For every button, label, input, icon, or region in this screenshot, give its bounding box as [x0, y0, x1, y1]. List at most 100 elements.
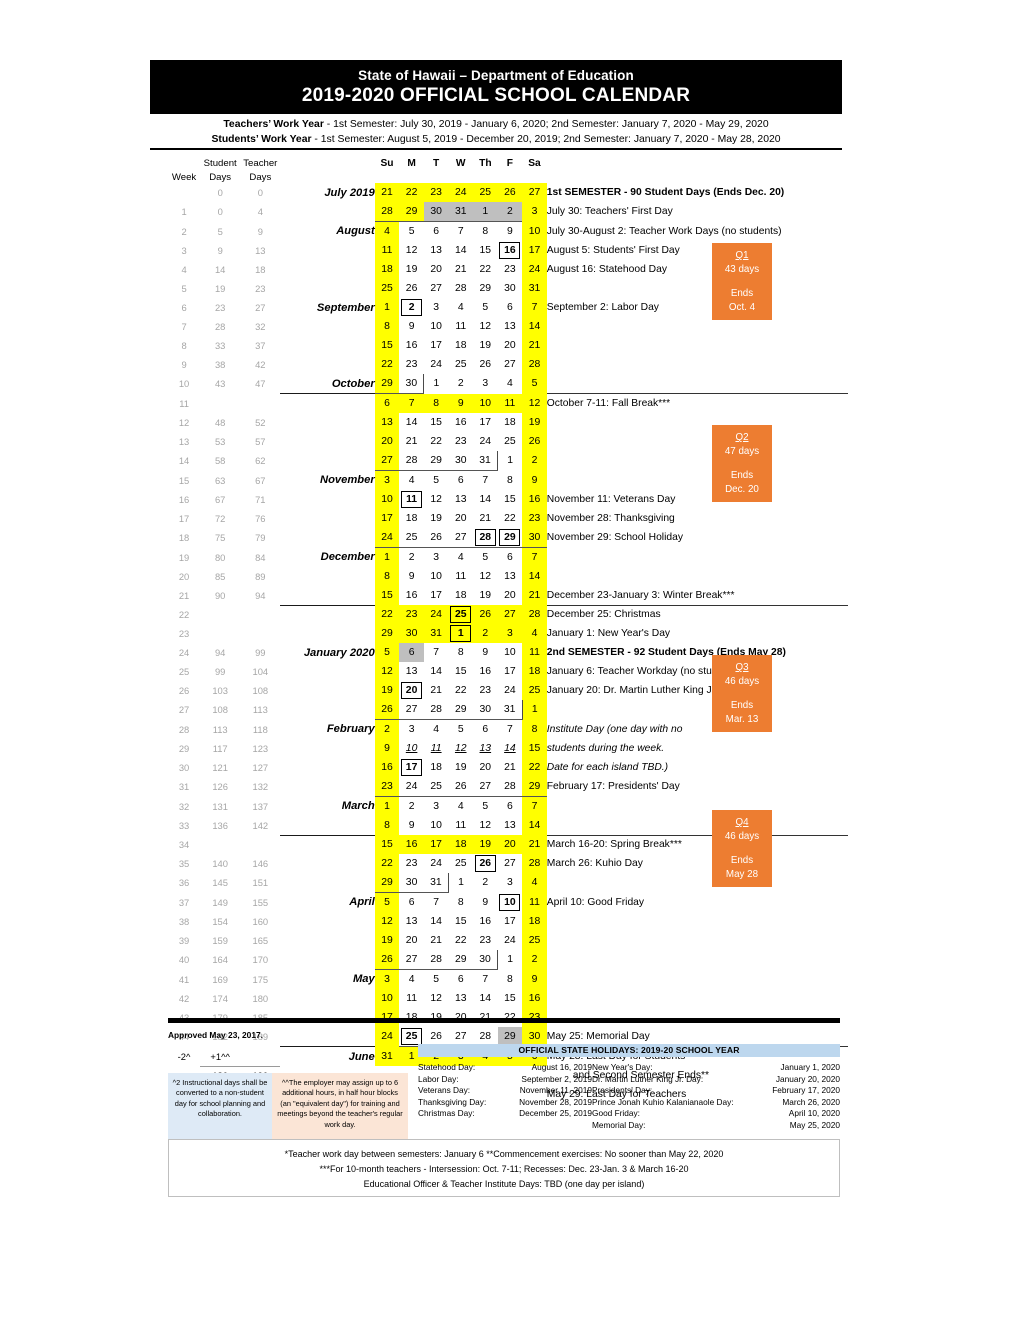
day-number: 5 — [408, 226, 415, 237]
day-cell: 15 — [473, 241, 498, 260]
day-cell: 12 — [522, 393, 547, 413]
week-number: 25 — [178, 666, 190, 677]
day-cell: 26 — [374, 700, 400, 720]
day-cell: 19 — [423, 509, 449, 528]
day-number: 25 — [454, 858, 467, 869]
day-number: 21 — [504, 762, 516, 773]
day-number: 18 — [430, 762, 442, 773]
day-cell: 28 — [423, 700, 449, 720]
day-cell: 21 — [423, 681, 449, 700]
day-number: 21 — [381, 187, 393, 198]
day-cell: 4 — [399, 470, 424, 490]
student-days: 53 — [214, 436, 226, 447]
note-text: December 25: Christmas — [546, 604, 848, 624]
student-days: 19 — [214, 283, 226, 294]
week-number: 5 — [181, 283, 187, 294]
day-number: 18 — [454, 839, 467, 850]
day-cell: 6 — [374, 393, 400, 413]
day-cell: 17 — [423, 336, 449, 355]
day-cell: 7 — [522, 796, 547, 816]
day-cell: 24 — [423, 605, 449, 624]
week-number: 7 — [181, 321, 187, 332]
holidays-body: Statehood Day: August 16, 2019 New Year's … — [418, 1062, 840, 1132]
column-header-row-1: Student Teacher Su M T W Th F Sa — [168, 155, 848, 169]
month-label — [290, 873, 374, 893]
month-label: May — [352, 973, 375, 986]
grid-gap — [280, 854, 290, 873]
day-cell: 19 — [374, 681, 400, 700]
day-cell: 6 — [448, 969, 474, 989]
day-cell: 18 — [497, 413, 523, 432]
day-number: 25 — [528, 935, 541, 946]
header-subtitle: Teachers’ Work Year - 1st Semester: July… — [150, 117, 842, 147]
day-number: 2 — [507, 206, 513, 217]
day-cell: 2 — [399, 796, 424, 816]
holiday-date: November 28, 2019 — [519, 1096, 592, 1107]
day-cell: 19 — [374, 931, 400, 950]
calendar-week-row: 17 72 76 17 18 19 20 21 22 23 November 28: Thanksg… — [168, 509, 848, 528]
day-number: 17 — [528, 245, 541, 256]
day-number: 7 — [433, 897, 440, 908]
note-text — [547, 471, 848, 491]
day-number: 29 — [381, 378, 393, 389]
day-cell: 26 — [448, 777, 474, 797]
day-cell: 12 — [473, 317, 498, 336]
day-number: 20 — [430, 264, 442, 275]
day-cell: 30 — [423, 202, 449, 222]
day-number: 9 — [384, 743, 390, 754]
week-number: 36 — [178, 877, 190, 889]
day-cell: 2 — [473, 624, 498, 643]
teacher-days: 84 — [255, 551, 266, 563]
grid-gap — [280, 202, 290, 222]
note-text — [547, 797, 848, 817]
day-number: 21 — [454, 264, 467, 275]
day-number: 11 — [455, 571, 467, 582]
day-cell: 20 — [473, 758, 498, 777]
day-cell: 1 — [374, 547, 400, 567]
day-cell: 22 — [497, 509, 523, 528]
student-days: 33 — [214, 340, 226, 351]
week-number: 13 — [178, 436, 190, 447]
day-number: 9 — [482, 896, 489, 908]
note-text: 2nd SEMESTER - 92 Student Days (Ends May… — [546, 647, 786, 658]
day-number: 3 — [507, 877, 513, 889]
teacher-days: 76 — [255, 513, 266, 524]
day-number: 1 — [507, 455, 514, 467]
day-number: 28 — [528, 858, 541, 869]
day-cell: 7 — [497, 719, 523, 739]
column-header-row-2: Week Days Days — [168, 169, 848, 183]
day-number: 1 — [384, 302, 390, 313]
month-label — [290, 432, 374, 451]
grid-gap — [280, 279, 290, 298]
day-number: 17 — [504, 916, 516, 927]
holiday-name: Veterans Day: — [418, 1085, 471, 1096]
day-cell: 24 — [473, 432, 498, 451]
student-days: 63 — [214, 474, 226, 486]
day-number: 18 — [454, 590, 467, 601]
day-number: 3 — [531, 206, 538, 218]
grid-gap — [280, 260, 290, 279]
week-number: 31 — [178, 781, 190, 793]
teacher-days: 18 — [255, 264, 266, 275]
day-cell: 21 — [522, 586, 547, 605]
day-cell: 5 — [473, 298, 498, 317]
student-days — [200, 605, 240, 624]
month-label: April — [349, 896, 375, 909]
day-number: 29 — [454, 954, 467, 965]
day-number: 1 — [507, 954, 514, 966]
day-cell: 6 — [473, 719, 498, 739]
day-cell: 10 — [473, 393, 498, 413]
day-number: 29 — [381, 628, 393, 639]
day-number: 3 — [384, 974, 390, 985]
day-number: 8 — [507, 474, 513, 486]
grid-gap — [280, 509, 290, 528]
month-label — [290, 816, 374, 835]
day-number: 12 — [479, 571, 492, 582]
calendar-body: 0 0 July 2019 21 22 23 24 25 26 27 1st SEMESTER - … — [168, 183, 848, 1104]
holiday-row: Veterans Day: November 11, 2019 Presidents… — [418, 1085, 840, 1097]
day-number: 20 — [479, 762, 492, 773]
grid-gap — [280, 797, 290, 817]
student-days — [200, 624, 240, 643]
day-cell: 29 — [497, 528, 523, 548]
day-number: 16 — [528, 494, 541, 505]
